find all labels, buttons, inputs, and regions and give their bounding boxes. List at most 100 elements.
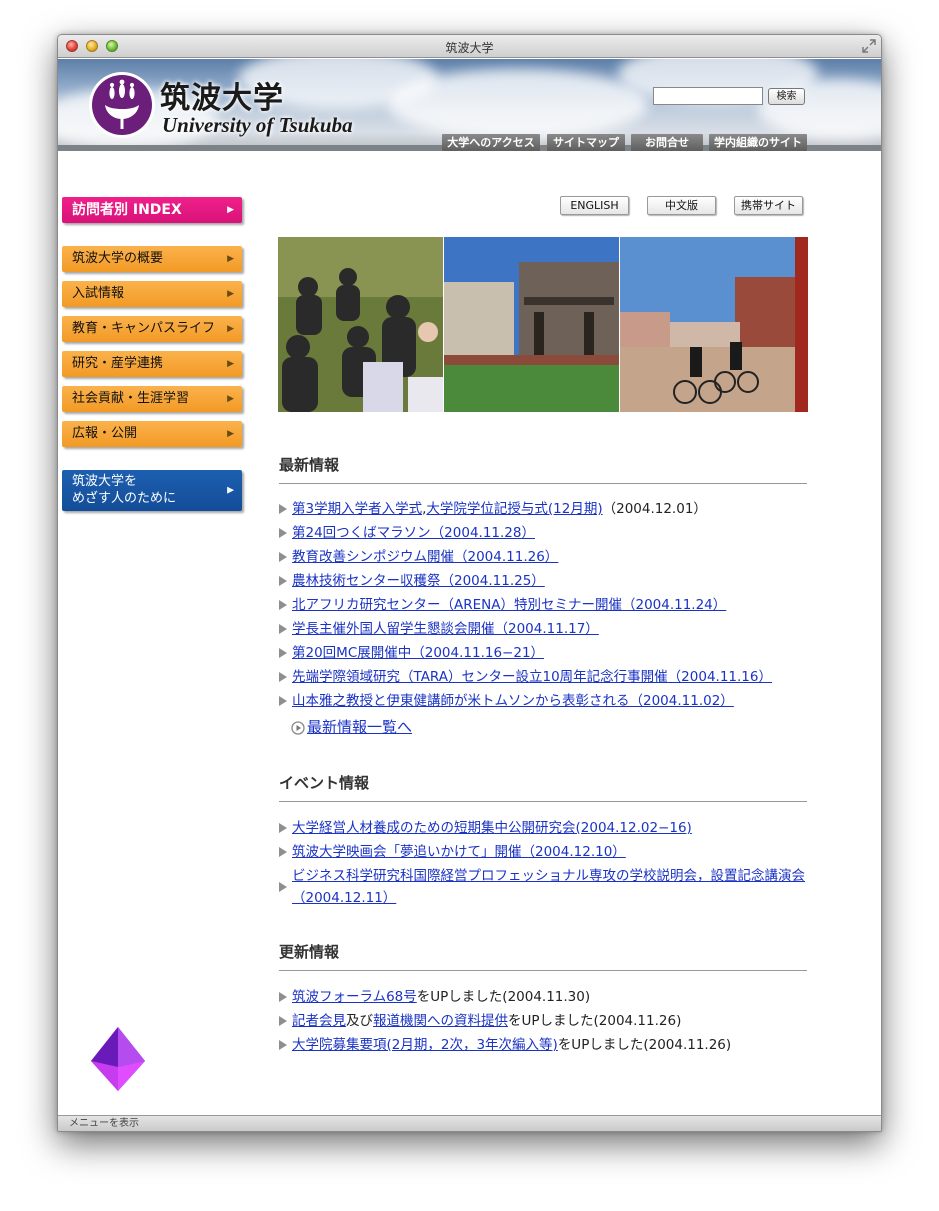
- flag-arrow-icon: ▶: [227, 254, 234, 264]
- bullet-triangle-icon: [279, 672, 287, 682]
- search-input[interactable]: [653, 87, 763, 105]
- news-link[interactable]: 第24回つくばマラソン（2004.11.28）: [292, 525, 535, 541]
- sidebar-item-overview[interactable]: 筑波大学の概要 ▶: [62, 246, 242, 272]
- university-logo[interactable]: 筑波大学 University of Tsukuba: [88, 69, 353, 141]
- event-link[interactable]: ビジネス科学研究科国際経営プロフェッショナル専攻の学校説明会，設置記念講演会（2…: [292, 868, 805, 906]
- octahedron-icon[interactable]: [91, 1027, 145, 1091]
- update-link[interactable]: 筑波フォーラム68号: [292, 989, 417, 1005]
- nav-contact[interactable]: お問合せ: [631, 134, 703, 151]
- prospective-students-button[interactable]: 筑波大学を めざす人のために ▶: [62, 470, 242, 511]
- news-list: 第3学期入学者入学式,大学院学位記授与式(12月期)（2004.12.01） 第…: [279, 497, 809, 713]
- fullscreen-icon[interactable]: [862, 39, 876, 53]
- list-item: 第20回MC展開催中（2004.11.16−21）: [279, 641, 809, 665]
- mobile-site-button[interactable]: 携帯サイト: [734, 196, 803, 215]
- list-item: 学長主催外国人留学生懇談会開催（2004.11.17）: [279, 617, 809, 641]
- paulownia-crest-icon: [89, 72, 155, 138]
- status-bar: メニューを表示: [58, 1115, 881, 1131]
- bullet-triangle-icon: [279, 696, 287, 706]
- news-link[interactable]: 第3学期入学者入学式: [292, 501, 422, 517]
- news-divider: [279, 483, 807, 484]
- list-item: 山本雅之教授と伊東健講師が米トムソンから表彰される（2004.11.02）: [279, 689, 809, 713]
- list-item: 筑波大学映画会「夢追いかけて」開催（2004.12.10）: [279, 840, 809, 864]
- flag-arrow-icon: ▶: [227, 359, 234, 369]
- list-item: 大学経営人材養成のための短期集中公開研究会(2004.12.02−16): [279, 816, 809, 840]
- circle-play-icon: [291, 721, 305, 735]
- bullet-triangle-icon: [279, 648, 287, 658]
- sidebar-item-label: 社会貢献・生涯学習: [72, 391, 190, 406]
- update-link[interactable]: 記者会見: [292, 1013, 346, 1029]
- students-photo: [278, 237, 443, 412]
- update-link[interactable]: 報道機関への資料提供: [373, 1013, 508, 1029]
- bullet-triangle-icon: [279, 552, 287, 562]
- sidebar-item-label: 入試情報: [72, 286, 125, 301]
- news-date: （2004.12.01）: [602, 501, 707, 517]
- nav-sitemap[interactable]: サイトマップ: [547, 134, 625, 151]
- nav-access[interactable]: 大学へのアクセス: [442, 134, 540, 151]
- prospective-line1: 筑波大学を: [72, 474, 138, 489]
- play-arrow-icon: ▶: [227, 205, 234, 215]
- bullet-triangle-icon: [279, 504, 287, 514]
- event-link[interactable]: 大学経営人材養成のための短期集中公開研究会(2004.12.02−16): [292, 820, 692, 836]
- campus-building-photo: [444, 237, 619, 412]
- list-item: 先端学際領域研究（TARA）センター設立10周年記念行事開催（2004.11.1…: [279, 665, 809, 689]
- visitor-index-button[interactable]: 訪問者別 INDEX ▶: [62, 197, 242, 223]
- visitor-index-label: 訪問者別 INDEX: [72, 202, 182, 218]
- updates-heading: 更新情報: [279, 943, 340, 961]
- prospective-line2: めざす人のために: [72, 491, 177, 506]
- english-button[interactable]: ENGLISH: [560, 196, 629, 215]
- events-list: 大学経営人材養成のための短期集中公開研究会(2004.12.02−16) 筑波大…: [279, 816, 809, 909]
- flag-arrow-icon: ▶: [227, 429, 234, 439]
- list-item: 大学院募集要項(2月期，2次，3年次編入等)をUPしました(2004.11.26…: [279, 1033, 809, 1057]
- news-link[interactable]: 大学院学位記授与式(12月期): [426, 501, 602, 517]
- updates-list: 筑波フォーラム68号をUPしました(2004.11.30) 記者会見及び報道機関…: [279, 985, 809, 1057]
- update-text: をUPしました(2004.11.26): [557, 1037, 732, 1053]
- news-link[interactable]: 先端学際領域研究（TARA）センター設立10周年記念行事開催（2004.11.1…: [292, 669, 772, 685]
- list-item: 記者会見及び報道機関への資料提供をUPしました(2004.11.26): [279, 1009, 809, 1033]
- list-item: 第24回つくばマラソン（2004.11.28）: [279, 521, 809, 545]
- list-item: 第3学期入学者入学式,大学院学位記授与式(12月期)（2004.12.01）: [279, 497, 809, 521]
- bullet-triangle-icon: [279, 882, 287, 892]
- sidebar-item-label: 広報・公開: [72, 426, 138, 441]
- bullet-triangle-icon: [279, 600, 287, 610]
- bullet-triangle-icon: [279, 624, 287, 634]
- news-link[interactable]: 第20回MC展開催中（2004.11.16−21）: [292, 645, 544, 661]
- bullet-triangle-icon: [279, 576, 287, 586]
- list-item: 農林技術センター収穫祭（2004.11.25）: [279, 569, 809, 593]
- events-heading: イベント情報: [279, 774, 370, 792]
- flag-arrow-icon: ▶: [227, 324, 234, 334]
- bullet-triangle-icon: [279, 823, 287, 833]
- window-title: 筑波大学: [445, 41, 494, 55]
- sidebar-item-community[interactable]: 社会貢献・生涯学習 ▶: [62, 386, 242, 412]
- news-link[interactable]: 北アフリカ研究センター（ARENA）特別セミナー開催（2004.11.24）: [292, 597, 726, 613]
- sidebar-item-education[interactable]: 教育・キャンパスライフ ▶: [62, 316, 242, 342]
- flag-arrow-icon: ▶: [227, 394, 234, 404]
- sidebar-item-admissions[interactable]: 入試情報 ▶: [62, 281, 242, 307]
- news-link[interactable]: 農林技術センター収穫祭（2004.11.25）: [292, 573, 545, 589]
- sidebar-item-research[interactable]: 研究・産学連携 ▶: [62, 351, 242, 377]
- chinese-button[interactable]: 中文版: [647, 196, 716, 215]
- play-arrow-icon: ▶: [227, 485, 234, 495]
- bullet-triangle-icon: [279, 1016, 287, 1026]
- logo-japanese-name: 筑波大学: [160, 81, 284, 116]
- event-link[interactable]: 筑波大学映画会「夢追いかけて」開催（2004.12.10）: [292, 844, 626, 860]
- logo-english-name: University of Tsukuba: [162, 113, 353, 137]
- news-link[interactable]: 教育改善シンポジウム開催（2004.11.26）: [292, 549, 558, 565]
- more-news-link[interactable]: 最新情報一覧へ: [307, 716, 412, 737]
- list-item: ビジネス科学研究科国際経営プロフェッショナル専攻の学校説明会，設置記念講演会（2…: [279, 864, 809, 909]
- sidebar-item-publicity[interactable]: 広報・公開 ▶: [62, 421, 242, 447]
- sidebar-item-label: 教育・キャンパスライフ: [72, 321, 216, 336]
- update-text: をUPしました(2004.11.26): [508, 1013, 682, 1029]
- flag-arrow-icon: ▶: [227, 289, 234, 299]
- news-link[interactable]: 山本雅之教授と伊東健講師が米トムソンから表彰される（2004.11.02）: [292, 693, 734, 709]
- nav-campus-sites[interactable]: 学内組織のサイト: [709, 134, 807, 151]
- news-link[interactable]: 学長主催外国人留学生懇談会開催（2004.11.17）: [292, 621, 599, 637]
- bullet-triangle-icon: [279, 847, 287, 857]
- browser-window: 筑波大学 筑波大学 University of Tsukuba 検索 大学へのア…: [57, 34, 882, 1132]
- cyclists-photo: [620, 237, 808, 412]
- bullet-triangle-icon: [279, 528, 287, 538]
- bullet-triangle-icon: [279, 1040, 287, 1050]
- search-button[interactable]: 検索: [768, 88, 805, 105]
- update-text: をUPしました(2004.11.30): [416, 989, 591, 1005]
- update-link[interactable]: 大学院募集要項(2月期，2次，3年次編入等): [292, 1037, 558, 1053]
- list-item: 北アフリカ研究センター（ARENA）特別セミナー開催（2004.11.24）: [279, 593, 809, 617]
